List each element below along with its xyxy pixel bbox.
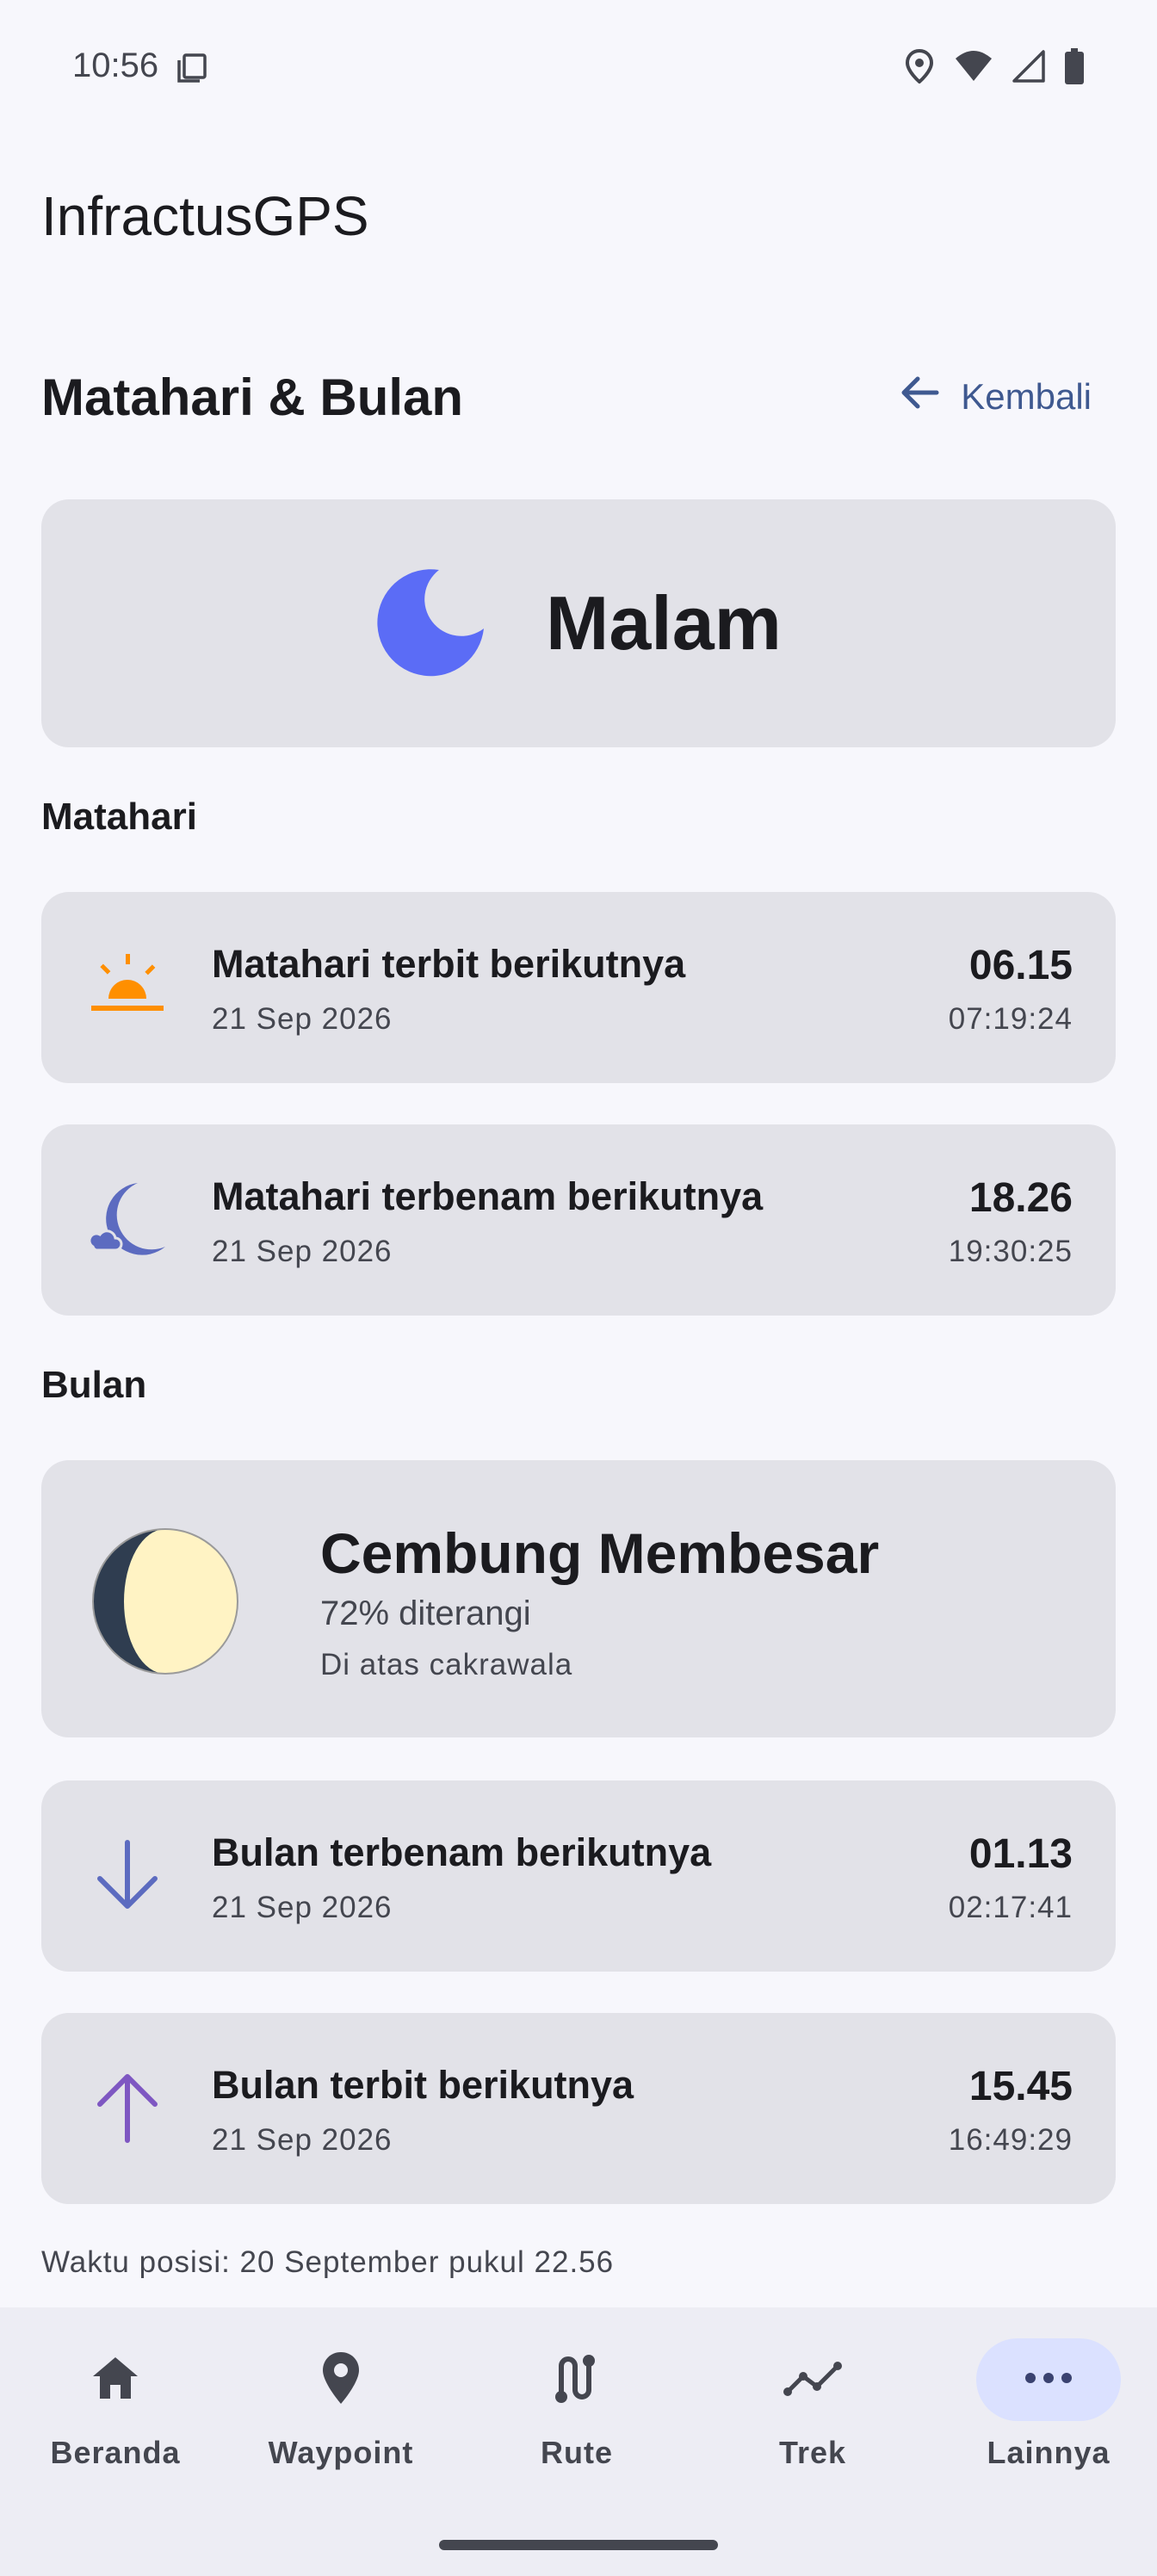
nav-item-lainnya[interactable]: Lainnya: [933, 2338, 1157, 2493]
arrow-up-icon: [86, 2066, 169, 2149]
nav-item-rute[interactable]: Rute: [461, 2338, 692, 2493]
wifi-icon: [954, 50, 993, 87]
nav-item-beranda[interactable]: Beranda: [0, 2338, 231, 2493]
day-night-card: Malam: [41, 499, 1116, 747]
status-time: 10:56: [72, 46, 159, 84]
home-indicator: [439, 2540, 718, 2550]
moonset-card: Bulan terbenam berikutnya 21 Sep 2026 01…: [41, 1780, 1116, 1972]
nav-pill: [504, 2338, 649, 2421]
location-icon: [904, 48, 935, 88]
sunset-card: Matahari terbenam berikutnya 21 Sep 2026…: [41, 1124, 1116, 1316]
more-icon: [1024, 2372, 1073, 2388]
moon-illumination: 72% diterangi: [320, 1595, 531, 1632]
arrow-down-icon: [86, 1834, 169, 1917]
page-title: Matahari & Bulan: [41, 368, 464, 426]
page-header: Matahari & Bulan Kembali: [41, 358, 1116, 436]
moon-phase-icon: [91, 1527, 239, 1680]
home-icon: [90, 2354, 141, 2406]
moonrise-card: Bulan terbit berikutnya 21 Sep 2026 15.4…: [41, 2013, 1116, 2204]
event-time: 15.45: [968, 2064, 1073, 2109]
event-time: 06.15: [968, 943, 1073, 988]
nav-pill: [976, 2338, 1121, 2421]
day-night-label: Malam: [546, 580, 782, 666]
app-title: InfractusGPS: [41, 185, 369, 247]
event-date: 21 Sep 2026: [212, 2123, 393, 2157]
moon-icon: [375, 565, 489, 683]
signal-icon: [1012, 50, 1045, 87]
event-time: 18.26: [968, 1175, 1073, 1221]
nav-pill: [740, 2338, 885, 2421]
event-title: Matahari terbenam berikutnya: [212, 1174, 764, 1218]
event-exact-time: 02:17:41: [948, 1891, 1073, 1924]
moon-phase-name: Cembung Membesar: [320, 1521, 880, 1585]
nav-item-waypoint[interactable]: Waypoint: [226, 2338, 456, 2493]
event-exact-time: 19:30:25: [948, 1235, 1073, 1268]
back-label: Kembali: [961, 376, 1092, 417]
battery-icon: [1064, 48, 1085, 89]
back-button[interactable]: Kembali: [873, 362, 1116, 432]
arrow-back-icon: [897, 370, 942, 424]
event-exact-time: 16:49:29: [948, 2123, 1073, 2157]
moon-position: Di atas cakrawala: [320, 1648, 573, 1681]
moon-section-title: Bulan: [41, 1364, 147, 1406]
route-icon: [551, 2350, 603, 2410]
event-date: 21 Sep 2026: [212, 1002, 393, 1036]
pin-icon: [320, 2350, 362, 2410]
event-time: 01.13: [968, 1831, 1073, 1877]
nav-label: Waypoint: [268, 2435, 414, 2470]
status-bar: 10:56: [0, 0, 1157, 138]
nav-label: Beranda: [50, 2435, 181, 2470]
nav-label: Trek: [778, 2435, 847, 2470]
event-exact-time: 07:19:24: [948, 1002, 1073, 1036]
sunset-icon: [86, 1178, 169, 1260]
event-title: Matahari terbit berikutnya: [212, 942, 686, 986]
nav-label: Rute: [541, 2435, 613, 2470]
notification-icon: [176, 52, 210, 90]
sunrise-icon: [86, 945, 169, 1028]
nav-pill: [43, 2338, 188, 2421]
nav-label: Lainnya: [987, 2435, 1111, 2470]
nav-pill: [269, 2338, 413, 2421]
sun-section-title: Matahari: [41, 796, 197, 838]
sunrise-card: Matahari terbit berikutnya 21 Sep 2026 0…: [41, 892, 1116, 1083]
event-title: Bulan terbit berikutnya: [212, 2063, 634, 2107]
moon-phase-card: Cembung Membesar 72% diterangi Di atas c…: [41, 1460, 1116, 1737]
nav-item-trek[interactable]: Trek: [697, 2338, 928, 2493]
event-date: 21 Sep 2026: [212, 1235, 393, 1268]
bottom-nav: Beranda Waypoint Rute Trek Lainnya: [0, 2307, 1157, 2576]
track-icon: [783, 2359, 843, 2401]
position-time-note: Waktu posisi: 20 September pukul 22.56: [41, 2245, 615, 2278]
event-title: Bulan terbenam berikutnya: [212, 1830, 712, 1874]
event-date: 21 Sep 2026: [212, 1891, 393, 1924]
